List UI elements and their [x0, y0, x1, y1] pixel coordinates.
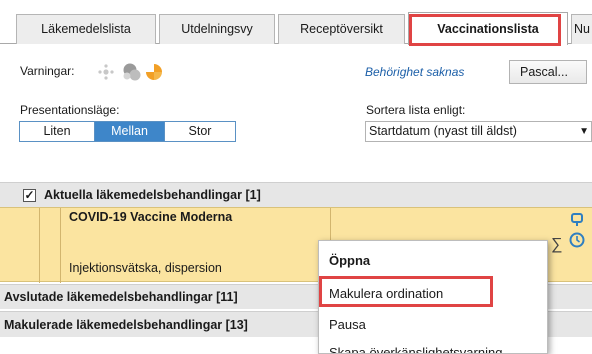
presentation-mellan[interactable]: Mellan	[95, 122, 165, 141]
sort-label: Sortera lista enligt:	[366, 103, 466, 117]
menu-item-open[interactable]: Öppna	[329, 253, 370, 268]
menu-item-create-allergy-warning[interactable]: Skapa överkänslighetsvarning	[329, 345, 502, 353]
warning-icons	[97, 62, 187, 82]
menu-item-pause[interactable]: Pausa	[329, 317, 366, 332]
pill-group-icon[interactable]	[123, 63, 141, 81]
tab-nu[interactable]: Nu	[571, 14, 592, 44]
tab-utdelningsvy[interactable]: Utdelningsvy	[159, 14, 275, 44]
context-menu: Öppna Makulera ordination Pausa Skapa öv…	[318, 240, 548, 354]
user-pascal-button[interactable]: Pascal...	[509, 60, 587, 84]
sparkle-icon[interactable]	[98, 64, 114, 80]
sum-icon: ∑	[551, 236, 563, 253]
medication-name: COVID-19 Vaccine Moderna	[69, 210, 233, 224]
section-current[interactable]: ✓ Aktuella läkemedelsbehandlingar [1]	[0, 182, 592, 207]
clock-icon[interactable]	[569, 232, 585, 251]
permission-missing-link[interactable]: Behörighet saknas	[365, 65, 464, 79]
sort-select-value: Startdatum (nyast till äldst)	[369, 124, 517, 138]
pie-warning-icon[interactable]	[146, 64, 162, 80]
vaccine-icon[interactable]	[570, 213, 584, 230]
presentation-liten[interactable]: Liten	[20, 122, 95, 141]
row-divider	[39, 208, 40, 283]
tab-vaccinationslista[interactable]: Vaccinationslista	[408, 12, 568, 45]
row-divider	[60, 208, 61, 283]
section-cancelled-title: Makulerade läkemedelsbehandlingar [13]	[4, 318, 248, 332]
presentation-mode-toggle: Liten Mellan Stor	[19, 121, 236, 142]
section-current-title: Aktuella läkemedelsbehandlingar [1]	[44, 188, 261, 202]
warnings-label: Varningar:	[20, 64, 75, 78]
section-current-checkbox[interactable]: ✓	[23, 189, 36, 202]
medication-form: Injektionsvätska, dispersion	[69, 261, 222, 275]
presentation-stor[interactable]: Stor	[165, 122, 235, 141]
sort-select[interactable]: Startdatum (nyast till äldst) ▼	[365, 121, 592, 142]
menu-item-cancel-order[interactable]: Makulera ordination	[329, 286, 443, 301]
tab-lakemedelslista[interactable]: Läkemedelslista	[16, 14, 156, 44]
presentation-mode-label: Presentationsläge:	[20, 103, 120, 117]
chevron-down-icon: ▼	[579, 126, 589, 137]
tab-bar: Läkemedelslista Utdelningsvy Receptövers…	[0, 0, 592, 45]
tab-receptoversikt[interactable]: Receptöversikt	[278, 14, 405, 44]
section-finished-title: Avslutade läkemedelsbehandlingar [11]	[4, 290, 238, 304]
